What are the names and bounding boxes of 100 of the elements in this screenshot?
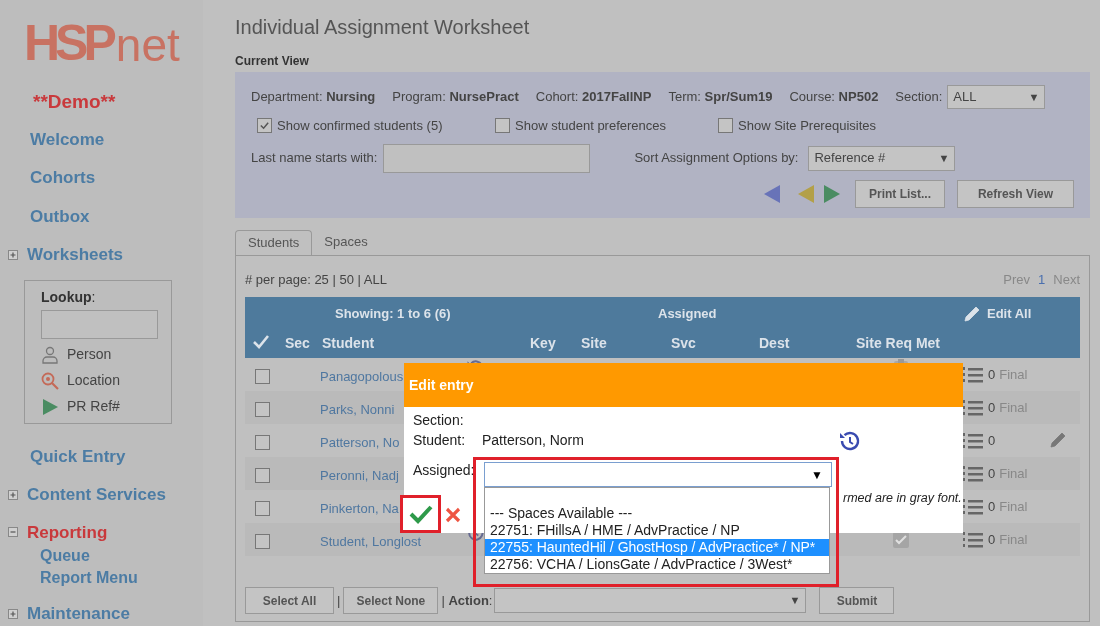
student-link[interactable]: Student, Longlost (320, 532, 422, 552)
lookup-option[interactable]: PR Ref# (67, 396, 120, 417)
person-icon[interactable] (41, 345, 59, 364)
dropdown-option[interactable]: 22751: FHillsA / HME / AdvPractice / NP (485, 522, 829, 539)
dropdown-arrow-icon: ▼ (938, 149, 950, 167)
count-text: 0 (988, 432, 996, 450)
separator-text: | (337, 591, 341, 610)
nav-group[interactable]: Reporting (27, 519, 108, 545)
check-icon (259, 120, 270, 132)
field-label: Section: (413, 411, 464, 430)
nav-link[interactable]: Cohorts (30, 165, 96, 191)
column-header: Svc (671, 334, 696, 353)
dropdown-option[interactable]: 22755: HauntedHil / GhostHosp / AdvPractice* / NP* (485, 539, 829, 556)
student-link[interactable]: Panagopolous (320, 367, 404, 387)
column-header: Site Req Met (856, 334, 940, 353)
history-icon[interactable] (837, 429, 861, 453)
last-name-field[interactable] (383, 143, 591, 173)
nav-sublink[interactable]: Report Menu (40, 567, 138, 589)
checkbox[interactable] (255, 435, 270, 450)
page-title: Individual Assignment Worksheet (235, 15, 531, 40)
checkbox[interactable] (255, 402, 270, 417)
section-select[interactable]: ALL ▼ (947, 85, 1046, 109)
sort-select[interactable]: Reference # ▼ (808, 145, 956, 171)
column-header: Sec (285, 334, 310, 353)
lookup-label: Lookup (41, 287, 92, 307)
logo: HSPnet (24, 18, 180, 68)
checkbox[interactable] (255, 369, 270, 384)
select-all-button[interactable]: Select All (245, 587, 334, 614)
tab[interactable]: Spaces (312, 229, 380, 255)
count-text: 0 (988, 498, 996, 516)
checkbox[interactable] (718, 118, 733, 134)
expand-icon[interactable] (8, 249, 18, 260)
dropdown-arrow-icon: ▼ (1028, 88, 1040, 106)
field-label: Assigned: (413, 461, 475, 480)
filter-text: Program: NursePract (392, 88, 519, 107)
play-icon[interactable] (41, 397, 59, 416)
column-header: Site (581, 334, 607, 353)
first-page-icon[interactable] (763, 183, 781, 204)
section-label: Section: (895, 88, 943, 107)
count-text: 0 (988, 465, 996, 483)
filter-text: Term: Spr/Sum19 (668, 88, 773, 107)
pencil-icon[interactable] (1048, 430, 1068, 450)
showing-text: Showing: 1 to 6 (6) (335, 305, 451, 323)
student-link[interactable]: Patterson, No (320, 433, 400, 453)
nav-link[interactable]: Welcome (30, 126, 105, 152)
collapse-icon[interactable] (8, 527, 18, 538)
expand-icon[interactable] (8, 489, 18, 500)
numbered-list-icon[interactable] (962, 497, 984, 516)
prev-link[interactable]: Prev (1003, 269, 1031, 289)
checkbox[interactable] (257, 118, 272, 134)
next-link[interactable]: Next (1053, 269, 1080, 289)
per-page-text: # per page: 25 | 50 | ALL (245, 270, 387, 289)
checkbox[interactable] (255, 501, 270, 516)
numbered-list-icon[interactable] (962, 431, 984, 450)
checkbox-label: Show Site Prerequisites (738, 117, 876, 135)
checkmark-icon (408, 504, 433, 524)
select-none-button[interactable]: Select None (343, 587, 439, 614)
confirm-button[interactable] (400, 495, 441, 533)
column-header: Key (530, 334, 556, 353)
nav-link[interactable]: Outbox (30, 203, 90, 229)
dropdown-option[interactable]: --- Spaces Available --- (485, 505, 829, 522)
status-text: Final (999, 498, 1028, 516)
close-icon[interactable] (445, 507, 461, 523)
next-icon[interactable] (823, 183, 841, 204)
section-heading: Current View (235, 53, 310, 70)
student-link[interactable]: Parks, Nonni (320, 400, 395, 420)
nav-group[interactable]: Content Services (27, 482, 166, 508)
checkbox[interactable] (255, 534, 270, 549)
toolbar-button[interactable]: Refresh View (957, 179, 1074, 208)
nav-link[interactable]: Quick Entry (30, 443, 126, 469)
pencil-icon[interactable] (962, 304, 982, 324)
nav-group[interactable]: Maintenance (27, 601, 130, 626)
nav-sublink[interactable]: Queue (40, 545, 90, 567)
location-search-icon[interactable] (41, 371, 59, 390)
toolbar-button[interactable]: Print List... (855, 179, 945, 208)
student-link[interactable]: Peronni, Nadj (320, 466, 399, 486)
edit-all-button[interactable]: Edit All (962, 304, 1032, 324)
lookup-option[interactable]: Location (67, 370, 120, 391)
submit-button[interactable]: Submit (819, 587, 895, 614)
lookup-field[interactable] (41, 309, 158, 339)
dialog-title: Edit entry (409, 375, 474, 395)
numbered-list-icon[interactable] (962, 365, 984, 384)
numbered-list-icon[interactable] (962, 530, 984, 549)
dropdown-option[interactable]: 22756: VCHA / LionsGate / AdvPractice / 3West* (485, 556, 829, 573)
lookup-option[interactable]: Person (67, 344, 112, 365)
select-all-check-icon[interactable] (253, 335, 269, 349)
lookup-colon: : (91, 287, 96, 307)
action-select[interactable]: ▼ (494, 588, 807, 613)
numbered-list-icon[interactable] (962, 398, 984, 417)
assigned-select[interactable]: ▼ (484, 462, 832, 487)
filter-text: Department: Nursing (251, 88, 376, 107)
tab[interactable]: Students (235, 229, 313, 255)
checkbox[interactable] (255, 468, 270, 483)
nav-group[interactable]: Worksheets (27, 242, 124, 268)
student-link[interactable]: Pinkerton, Na (320, 499, 399, 519)
checkbox[interactable] (495, 118, 510, 134)
page-link[interactable]: 1 (1038, 269, 1046, 289)
numbered-list-icon[interactable] (962, 464, 984, 483)
expand-icon[interactable] (8, 608, 18, 619)
count-text: 0 (988, 531, 996, 549)
